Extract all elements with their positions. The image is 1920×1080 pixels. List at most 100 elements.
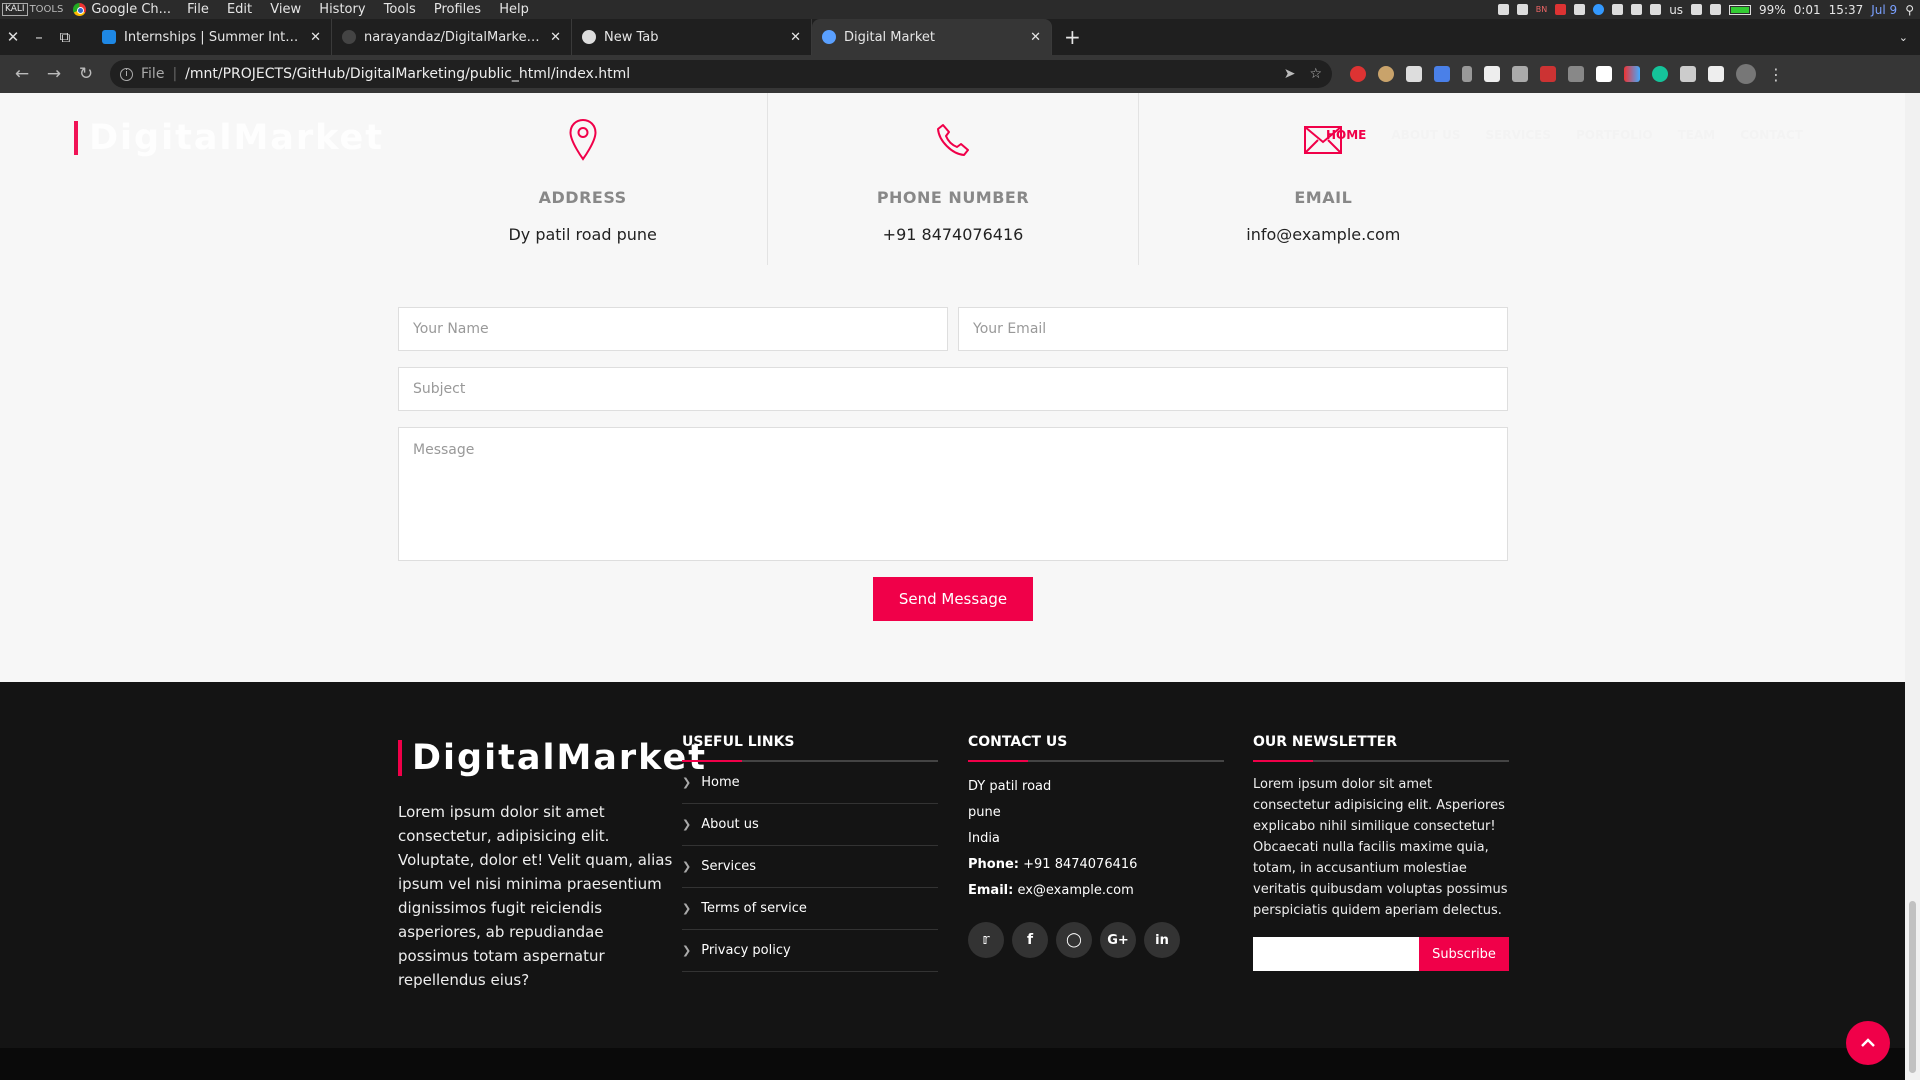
mute-icon[interactable]	[1631, 4, 1643, 15]
puzzle-extensions-icon[interactable]	[1680, 66, 1696, 82]
printer-extension-icon[interactable]	[1406, 66, 1422, 82]
your-email-input[interactable]	[958, 307, 1508, 351]
bluetooth-icon[interactable]	[1650, 4, 1662, 15]
browser-tab[interactable]: Internships | Summer Intern ✕	[92, 19, 332, 55]
nav-team[interactable]: TEAM	[1678, 128, 1716, 142]
badge-extension-icon[interactable]	[1540, 66, 1556, 82]
close-tab-icon[interactable]: ✕	[310, 30, 321, 45]
reload-icon[interactable]: ↻	[70, 64, 102, 84]
page-scrollbar[interactable]	[1905, 93, 1920, 1080]
menu-tools[interactable]: Tools	[384, 2, 416, 17]
active-app-name[interactable]: Google Ch...	[91, 2, 171, 17]
email-value: info@example.com	[1246, 225, 1401, 244]
window-extension-icon[interactable]	[1484, 66, 1500, 82]
footer-logo[interactable]: DigitalMarket	[398, 740, 705, 776]
page-viewport: DigitalMarket HOME ABOUT US SERVICES POR…	[0, 93, 1905, 1080]
restore-window-icon[interactable]: ⧉	[52, 28, 78, 46]
facebook-icon[interactable]: f	[1012, 922, 1048, 958]
subject-input[interactable]	[398, 367, 1508, 411]
linkedin-icon[interactable]: in	[1144, 922, 1180, 958]
footer-link-home[interactable]: ❯ Home	[682, 762, 938, 804]
tab-title: Internships | Summer Intern	[124, 29, 303, 45]
grammarly-extension-icon[interactable]	[1652, 66, 1668, 82]
link-label[interactable]: Privacy policy	[701, 943, 790, 958]
power-icon[interactable]	[1710, 4, 1722, 15]
send-message-button[interactable]: Send Message	[873, 577, 1033, 621]
tools-label[interactable]: TOOLS	[30, 4, 64, 15]
link-label[interactable]: Services	[701, 859, 756, 874]
keyboard-layout[interactable]: us	[1669, 3, 1683, 17]
browser-tab[interactable]: New Tab ✕	[572, 19, 812, 55]
new-tab-button[interactable]: +	[1064, 25, 1081, 49]
bookmark-star-icon[interactable]: ☆	[1309, 66, 1322, 82]
cloud-icon[interactable]	[1516, 4, 1528, 15]
clock-time[interactable]: 15:37	[1829, 3, 1864, 17]
more-menu-icon[interactable]: ⋮	[1768, 65, 1784, 84]
site-info-icon[interactable]: i	[120, 67, 133, 81]
tag-extension-icon[interactable]	[1568, 66, 1584, 82]
browser-tab-active[interactable]: Digital Market ✕	[812, 19, 1052, 55]
screen-extension-icon[interactable]	[1624, 66, 1640, 82]
eyedropper-extension-icon[interactable]	[1462, 66, 1472, 82]
menu-profiles[interactable]: Profiles	[434, 2, 481, 17]
kali-menu-button[interactable]: KALI	[2, 3, 28, 16]
footer-link-privacy[interactable]: ❯ Privacy policy	[682, 930, 938, 972]
link-label[interactable]: Home	[701, 775, 739, 790]
footer-link-services[interactable]: ❯ Services	[682, 846, 938, 888]
close-tab-icon[interactable]: ✕	[1030, 30, 1041, 45]
gmail-icon[interactable]	[1555, 4, 1567, 15]
b-extension-icon[interactable]	[1596, 66, 1612, 82]
google-plus-icon[interactable]: G+	[1100, 922, 1136, 958]
menu-file[interactable]: File	[187, 2, 209, 17]
close-tab-icon[interactable]: ✕	[550, 30, 561, 45]
clock-date[interactable]: Jul 9	[1871, 3, 1897, 17]
notification-icon[interactable]	[1497, 4, 1509, 15]
footer-bottom-bar	[0, 1048, 1905, 1080]
tab-search-chevron-down-icon[interactable]: ⌄	[1899, 31, 1908, 44]
send-to-device-icon[interactable]: ➤	[1284, 66, 1296, 82]
search-icon[interactable]: ⚲	[1905, 3, 1914, 17]
email-label: Email:	[968, 883, 1014, 898]
clipboard-icon[interactable]	[1612, 4, 1624, 15]
back-to-top-button[interactable]	[1846, 1021, 1890, 1065]
menu-edit[interactable]: Edit	[227, 2, 252, 17]
your-name-input[interactable]	[398, 307, 948, 351]
translate-extension-icon[interactable]	[1434, 66, 1450, 82]
newsletter-email-input[interactable]	[1253, 937, 1419, 971]
sidebar-toggle-icon[interactable]	[1708, 66, 1724, 82]
link-label[interactable]: Terms of service	[701, 901, 807, 916]
twitter-icon[interactable]: 𝕣	[968, 922, 1004, 958]
battery-icon[interactable]	[1729, 4, 1752, 15]
phone-icon	[768, 117, 1137, 163]
address-bar[interactable]: i File | /mnt/PROJECTS/GitHub/DigitalMar…	[110, 60, 1332, 88]
nav-portfolio[interactable]: PORTFOLIO	[1576, 128, 1653, 142]
message-textarea[interactable]	[398, 427, 1508, 561]
browser-tab[interactable]: narayandaz/DigitalMarketing ✕	[332, 19, 572, 55]
subscribe-button[interactable]: Subscribe	[1419, 937, 1509, 971]
url-text[interactable]: /mnt/PROJECTS/GitHub/DigitalMarketing/pu…	[185, 66, 630, 82]
wifi-icon[interactable]	[1691, 4, 1703, 15]
adblock-extension-icon[interactable]	[1350, 66, 1366, 82]
info-tray-icon[interactable]	[1593, 4, 1605, 15]
nav-contact[interactable]: CONTACT	[1740, 128, 1803, 142]
minimize-window-icon[interactable]: –	[26, 28, 52, 46]
footer-link-terms[interactable]: ❯ Terms of service	[682, 888, 938, 930]
menu-view[interactable]: View	[270, 2, 301, 17]
back-arrow-icon[interactable]: ←	[6, 64, 38, 84]
document-extension-icon[interactable]	[1512, 66, 1528, 82]
close-window-icon[interactable]: ✕	[0, 28, 26, 46]
menu-help[interactable]: Help	[499, 2, 529, 17]
profile-avatar[interactable]	[1736, 64, 1756, 84]
footer-link-about[interactable]: ❯ About us	[682, 804, 938, 846]
site-logo[interactable]: DigitalMarket	[74, 121, 384, 156]
phone-info: PHONE NUMBER +91 8474076416	[767, 93, 1139, 265]
scrollbar-thumb[interactable]	[1909, 901, 1916, 1073]
link-label[interactable]: About us	[701, 817, 759, 832]
close-tab-icon[interactable]: ✕	[790, 30, 801, 45]
bn-indicator[interactable]: BN	[1536, 5, 1547, 14]
menu-history[interactable]: History	[319, 2, 365, 17]
cookie-extension-icon[interactable]	[1378, 66, 1394, 82]
instagram-icon[interactable]: ◯	[1056, 922, 1092, 958]
telegram-icon[interactable]	[1574, 4, 1586, 15]
forward-arrow-icon[interactable]: →	[38, 64, 70, 84]
